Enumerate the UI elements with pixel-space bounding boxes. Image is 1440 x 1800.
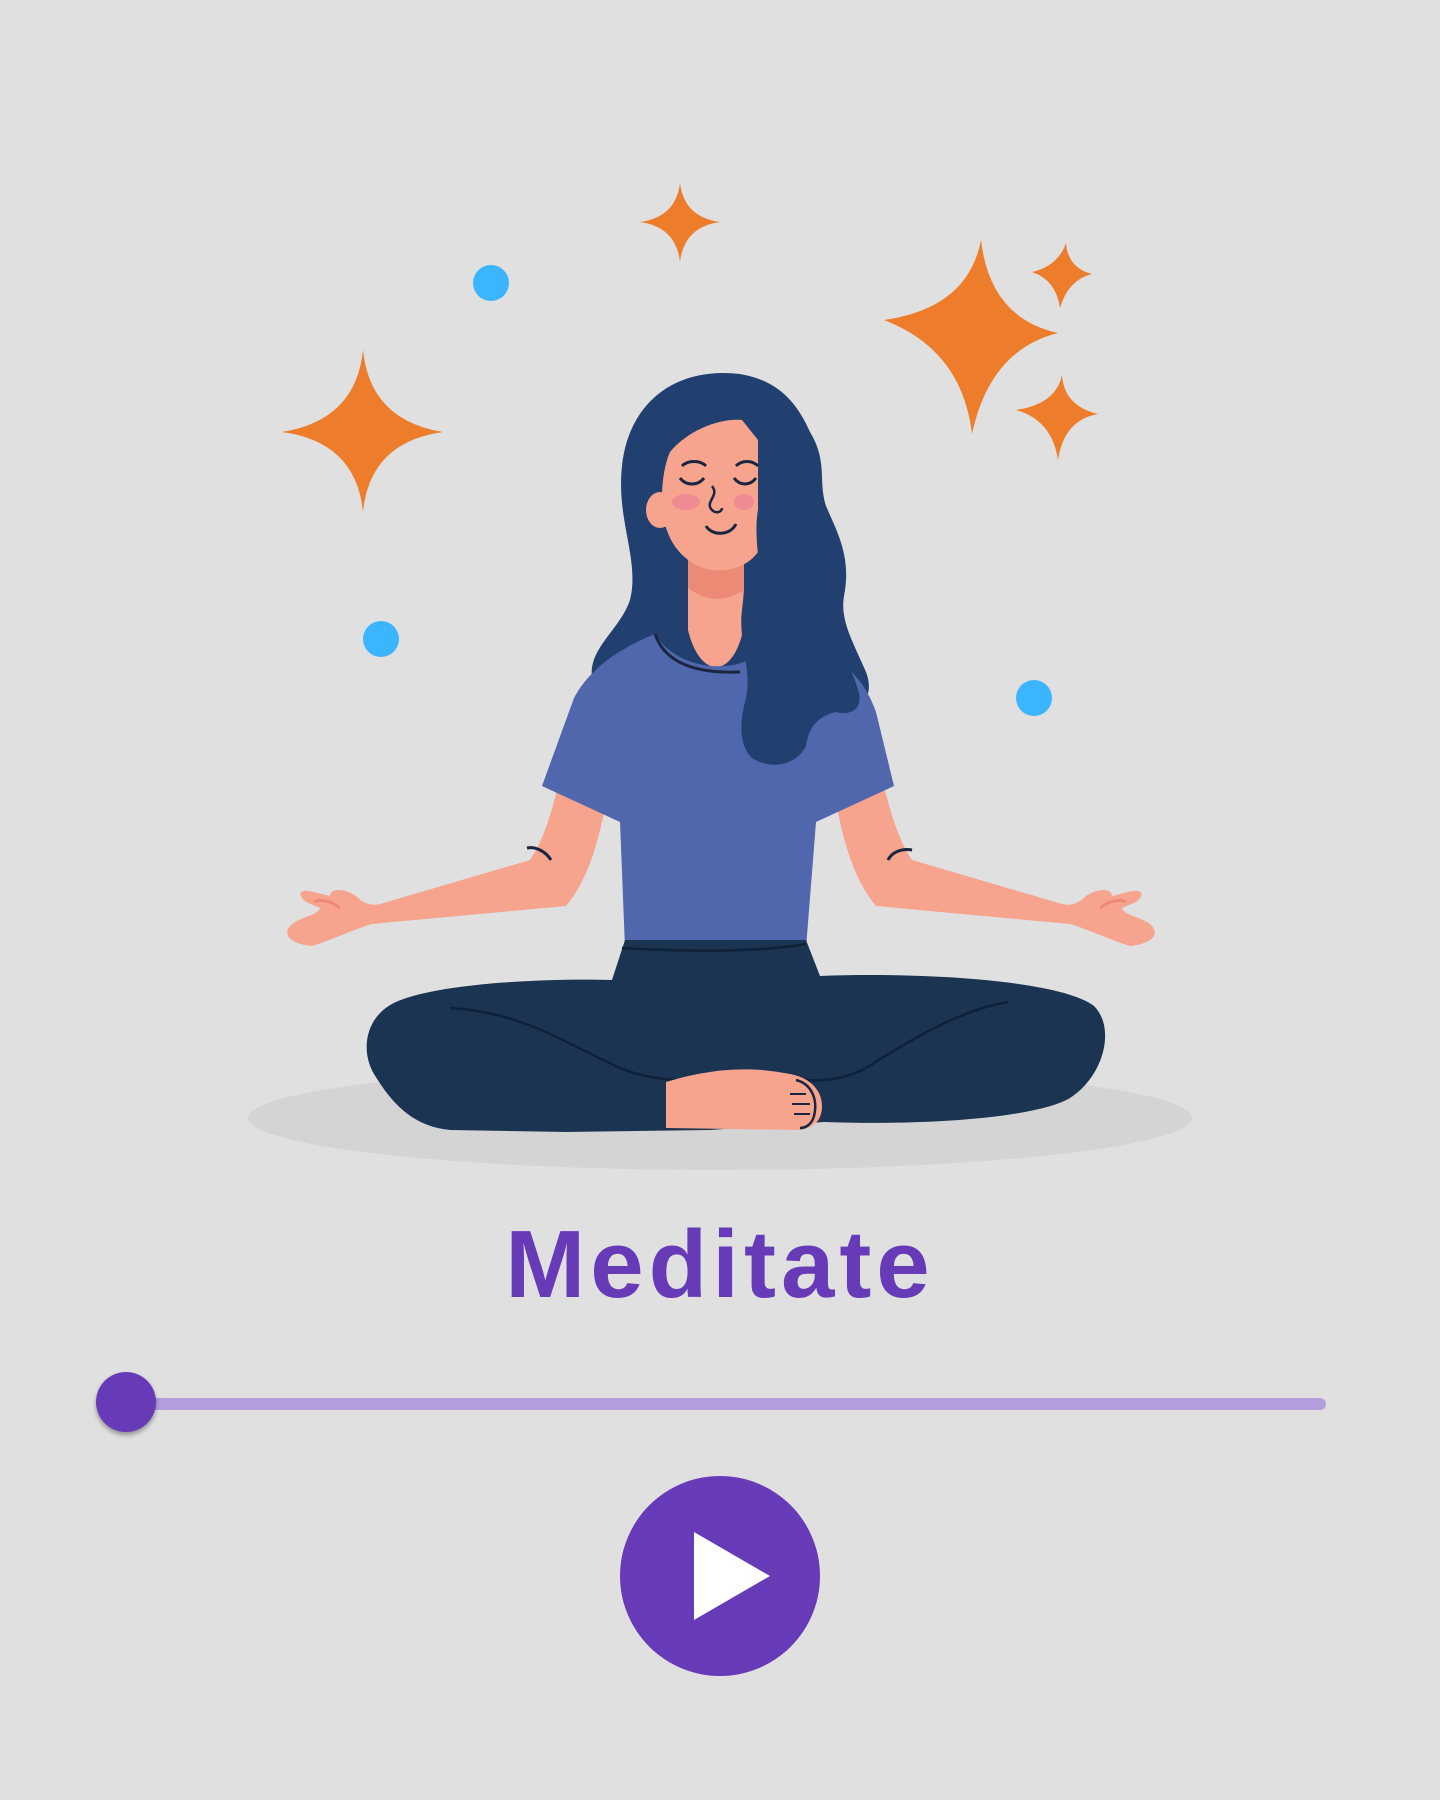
cheek-right <box>734 494 754 510</box>
meditation-player-screen: Meditate <box>0 0 1440 1800</box>
sparkle-icon <box>1016 375 1098 460</box>
page-title: Meditate <box>505 1211 935 1318</box>
sparkle-icon <box>1032 243 1092 308</box>
foot <box>666 1069 822 1130</box>
cheek-left <box>672 494 700 510</box>
sparkle-icon <box>884 240 1058 434</box>
ear <box>646 492 674 528</box>
progress-slider[interactable] <box>96 1372 1326 1436</box>
slider-thumb[interactable] <box>96 1372 156 1432</box>
meditation-illustration <box>248 183 1192 1170</box>
dot-icon <box>363 621 399 657</box>
sparkle-icon <box>640 183 720 262</box>
dot-icon <box>473 265 509 301</box>
play-icon <box>694 1532 770 1620</box>
right-arm <box>834 780 1155 946</box>
left-arm <box>287 780 608 946</box>
dot-icon <box>1016 680 1052 716</box>
slider-track[interactable] <box>128 1398 1326 1410</box>
play-button[interactable] <box>620 1476 820 1676</box>
sparkle-icon <box>282 350 443 512</box>
